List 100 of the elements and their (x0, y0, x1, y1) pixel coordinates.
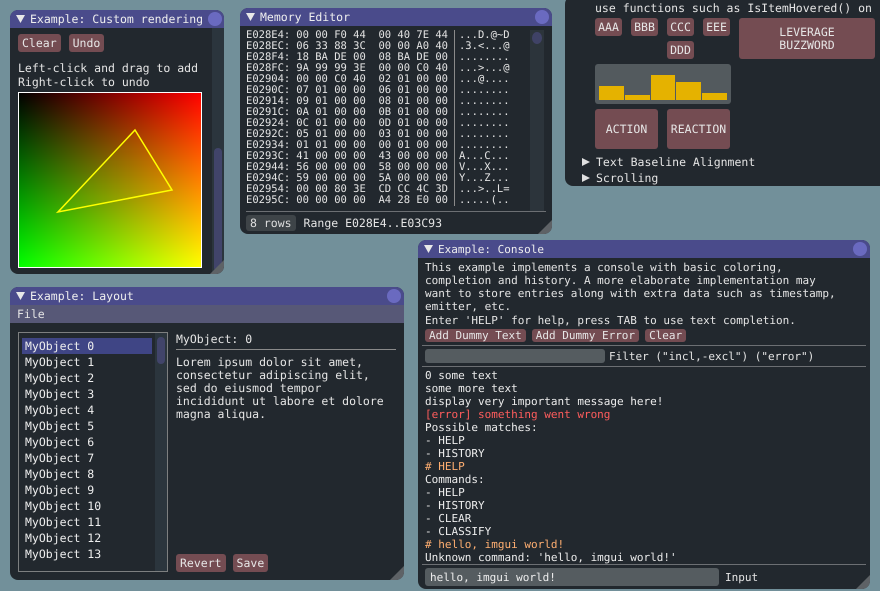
hex-bytes: 00 00 80 3E CD CC 4C 3D (296, 184, 448, 195)
log-line: # hello, imgui world! (425, 538, 566, 551)
resize-grip[interactable] (538, 220, 552, 234)
list-item[interactable]: MyObject 6 (22, 434, 152, 450)
hex-bytes: 01 01 00 00 00 01 00 00 (296, 140, 448, 151)
ascii-text: A...C... (454, 151, 530, 162)
hex-bytes: 0A 01 00 00 0B 01 00 00 (296, 107, 448, 118)
log-line: display very important message here! (425, 395, 664, 408)
resize-grip[interactable] (210, 260, 224, 274)
collapse-icon[interactable] (16, 292, 25, 300)
hex-bytes: 9A 99 99 3E 00 00 C0 40 (296, 63, 448, 74)
address-label: E028F4: (246, 52, 290, 63)
clear-button[interactable]: Clear (18, 34, 61, 52)
hex-bytes: 00 00 C0 40 02 01 00 00 (296, 74, 448, 85)
hex-bytes: 0C 01 00 00 0D 01 00 00 (296, 118, 448, 129)
action-button[interactable]: REACTION (667, 109, 730, 149)
address-label: E02944: (246, 162, 290, 173)
console-button[interactable]: Clear (645, 329, 686, 342)
resize-grip[interactable] (856, 575, 870, 589)
list-item[interactable]: MyObject 12 (22, 530, 152, 546)
address-label: E0295C: (246, 195, 290, 206)
address-label: E02914: (246, 96, 290, 107)
scrollbar[interactable] (155, 333, 167, 571)
hex-bytes: 41 00 00 00 43 00 00 00 (296, 151, 448, 162)
ascii-text: V...X... (454, 162, 530, 173)
address-label: E028E4: (246, 30, 290, 41)
hex-bytes: 09 01 00 00 08 01 00 00 (296, 96, 448, 107)
collapse-icon[interactable] (246, 13, 255, 21)
filter-field[interactable] (425, 349, 605, 363)
list-item[interactable]: MyObject 9 (22, 482, 152, 498)
tree-node[interactable]: Scrolling (582, 171, 658, 185)
ascii-text: ...@.... (454, 74, 530, 85)
ascii-text: ........ (454, 129, 530, 140)
range-label: Range E028E4..E03C93 (304, 216, 442, 230)
list-item[interactable]: MyObject 8 (22, 466, 152, 482)
hex-bytes: 59 00 00 00 5A 00 00 00 (296, 173, 448, 184)
gradient-canvas[interactable] (18, 92, 202, 268)
ascii-text: Y...Z... (454, 173, 530, 184)
small-button[interactable]: AAA (595, 18, 622, 36)
input-label: Input (725, 570, 758, 584)
command-input[interactable]: hello, imgui world! (425, 568, 719, 586)
address-label: E02934: (246, 140, 290, 151)
address-label: E0290C: (246, 85, 290, 96)
log-line: # HELP (425, 460, 466, 473)
address-label: E028EC: (246, 41, 290, 52)
ascii-text: ........ (454, 118, 530, 129)
address-label: E0293C: (246, 151, 290, 162)
small-button[interactable]: EEE (703, 18, 730, 36)
action-button[interactable]: Revert (176, 554, 226, 572)
list-item[interactable]: MyObject 13 (22, 546, 152, 562)
scrollbar[interactable] (530, 30, 544, 211)
list-item[interactable]: MyObject 10 (22, 498, 152, 514)
window-title: Example: Custom rendering (30, 12, 204, 26)
console-button[interactable]: Add Dummy Text (425, 329, 526, 342)
ascii-text: ........ (454, 85, 530, 96)
list-item[interactable]: MyObject 7 (22, 450, 152, 466)
undo-button[interactable]: Undo (68, 34, 104, 52)
action-button[interactable]: Save (232, 554, 268, 572)
window-title: Example: Layout (30, 289, 135, 303)
console-button[interactable]: Add Dummy Error (532, 329, 640, 342)
resize-grip[interactable] (390, 566, 404, 580)
small-button[interactable]: DDD (667, 41, 694, 59)
list-item[interactable]: MyObject 2 (22, 370, 152, 386)
detail-text: Lorem ipsum dolor sit amet, consectetur adipiscing elit, sed do eiusmod tempor incididunt ut labore et dolore magna aliqua. (176, 356, 385, 421)
collapse-icon[interactable] (424, 245, 433, 253)
log-line: some more text (425, 382, 519, 395)
list-item[interactable]: MyObject 0 (22, 338, 152, 354)
window-title: Memory Editor (260, 10, 352, 24)
hex-bytes: 07 01 00 00 06 01 00 00 (296, 85, 448, 96)
log-line: [error] something went wrong (425, 408, 612, 421)
list-item[interactable]: MyObject 5 (22, 418, 152, 434)
ascii-text: ........ (454, 96, 530, 107)
small-button[interactable]: CCC (667, 18, 694, 36)
filter-label: Filter ("incl,-excl") ("error") (609, 350, 814, 362)
list-item[interactable]: MyObject 3 (22, 386, 152, 402)
ascii-text: .....(.. (454, 195, 530, 206)
hex-bytes: 00 00 00 00 A4 28 E0 00 (296, 195, 448, 206)
list-item[interactable]: MyObject 4 (22, 402, 152, 418)
collapse-icon[interactable] (16, 15, 25, 23)
menu-item[interactable]: File (17, 307, 45, 321)
scrollbar[interactable] (212, 28, 224, 274)
address-label: E0291C: (246, 107, 290, 118)
address-label: E02924: (246, 118, 290, 129)
list-item[interactable]: MyObject 1 (22, 354, 152, 370)
address-label: E02954: (246, 184, 290, 195)
ascii-text: .3.<...@ (454, 41, 530, 52)
list-item[interactable]: MyObject 11 (22, 514, 152, 530)
hex-bytes: 00 00 F0 44 00 40 7E 44 (296, 30, 448, 41)
address-label: E02904: (246, 74, 290, 85)
small-button[interactable]: BBB (631, 18, 658, 36)
action-button[interactable]: ACTION (595, 109, 658, 149)
tree-node[interactable]: Text Baseline Alignment (582, 155, 756, 169)
hex-bytes: 18 BA DE 00 08 BA DE 00 (296, 52, 448, 63)
detail-title: MyObject: 0 (176, 332, 254, 346)
rows-button[interactable]: 8 rows (246, 215, 296, 231)
wide-button[interactable]: LEVERAGE BUZZWORD (739, 18, 875, 59)
log-line: - CLASSIFY (425, 525, 492, 538)
hex-bytes: 56 00 00 00 58 00 00 00 (296, 162, 448, 173)
ascii-text: ...>...@ (454, 63, 530, 74)
log-line: - CLEAR (425, 512, 472, 525)
